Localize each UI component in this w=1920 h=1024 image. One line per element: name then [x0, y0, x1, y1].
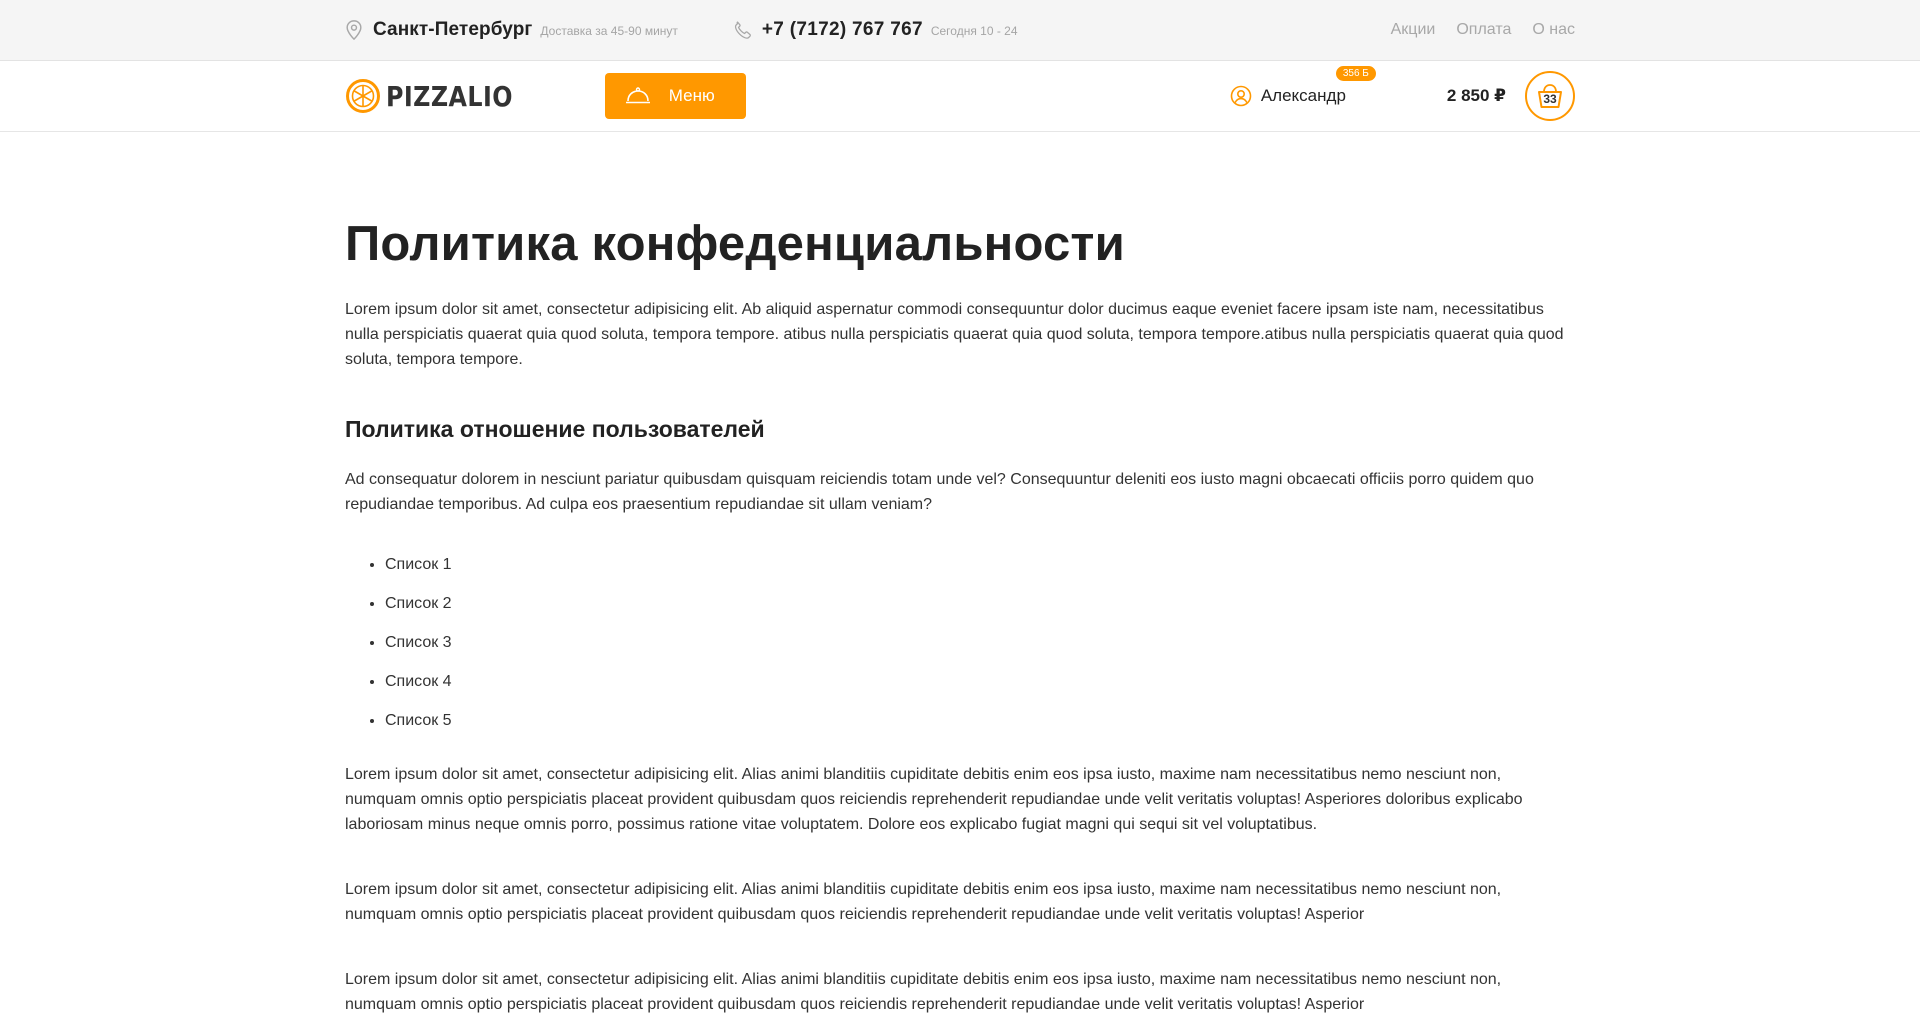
cart-count: 33	[1543, 92, 1557, 106]
section-title: Политика отношение пользователей	[345, 416, 765, 442]
city-name[interactable]: Санкт-Петербург	[373, 19, 532, 41]
body-paragraph-2: Lorem ipsum dolor sit amet, consectetur …	[345, 881, 1502, 923]
nav-link-about[interactable]: О нас	[1532, 21, 1575, 39]
phone-number[interactable]: +7 (7172) 767 767	[762, 19, 923, 41]
list-item: Список 2	[385, 594, 1575, 614]
menu-button-label: Меню	[668, 86, 715, 105]
list-item: Список 4	[385, 672, 1575, 692]
topbar: Санкт-Петербург Доставка за 45-90 минут …	[0, 0, 1920, 61]
page-title: Политика конфеденциальности	[345, 217, 1125, 271]
bullet-list: Список 1 Список 2 Список 3 Список 4 Спис…	[345, 555, 1575, 731]
logo[interactable]: PIZZALIO	[345, 78, 535, 114]
list-item: Список 5	[385, 711, 1575, 731]
intro-paragraph: Lorem ipsum dolor sit amet, consectetur …	[345, 301, 1564, 368]
user-icon	[1230, 85, 1252, 107]
body-paragraph-3: Lorem ipsum dolor sit amet, consectetur …	[345, 971, 1502, 1013]
nav-link-promotions[interactable]: Акции	[1391, 21, 1436, 39]
bonus-badge: 356 Б	[1335, 66, 1376, 81]
delivery-note: Доставка за 45-90 минут	[540, 24, 678, 38]
cart-button[interactable]: 33	[1525, 71, 1575, 121]
list-item: Список 1	[385, 555, 1575, 575]
cart-total: 2 850 ₽	[1446, 86, 1506, 105]
city-selector[interactable]: Санкт-Петербург Доставка за 45-90 минут	[345, 19, 678, 41]
menu-button[interactable]: Меню	[605, 73, 747, 119]
header: PIZZALIO Меню Александр 356 Б 2 850 ₽ 33	[0, 61, 1920, 132]
logo-text: PIZZALIO	[386, 79, 513, 113]
body-paragraph-1: Lorem ipsum dolor sit amet, consectetur …	[345, 766, 1523, 833]
phone-block: +7 (7172) 767 767 Сегодня 10 - 24	[732, 19, 1018, 41]
user-name: Александр	[1260, 86, 1346, 105]
phone-icon	[734, 21, 751, 39]
top-nav: Акции Оплата О нас	[1391, 21, 1575, 39]
nav-link-payment[interactable]: Оплата	[1456, 21, 1511, 39]
working-hours: Сегодня 10 - 24	[930, 24, 1018, 38]
cloche-icon	[625, 87, 650, 104]
list-item: Список 3	[385, 633, 1575, 653]
section-paragraph: Ad consequatur dolorem in nesciunt paria…	[345, 471, 1534, 513]
main-content: Политика конфеденциальности Lorem ipsum …	[0, 132, 1920, 1017]
pizza-logo-icon	[346, 79, 380, 113]
user-account[interactable]: Александр 356 Б	[1230, 66, 1376, 107]
location-pin-icon	[346, 20, 362, 40]
